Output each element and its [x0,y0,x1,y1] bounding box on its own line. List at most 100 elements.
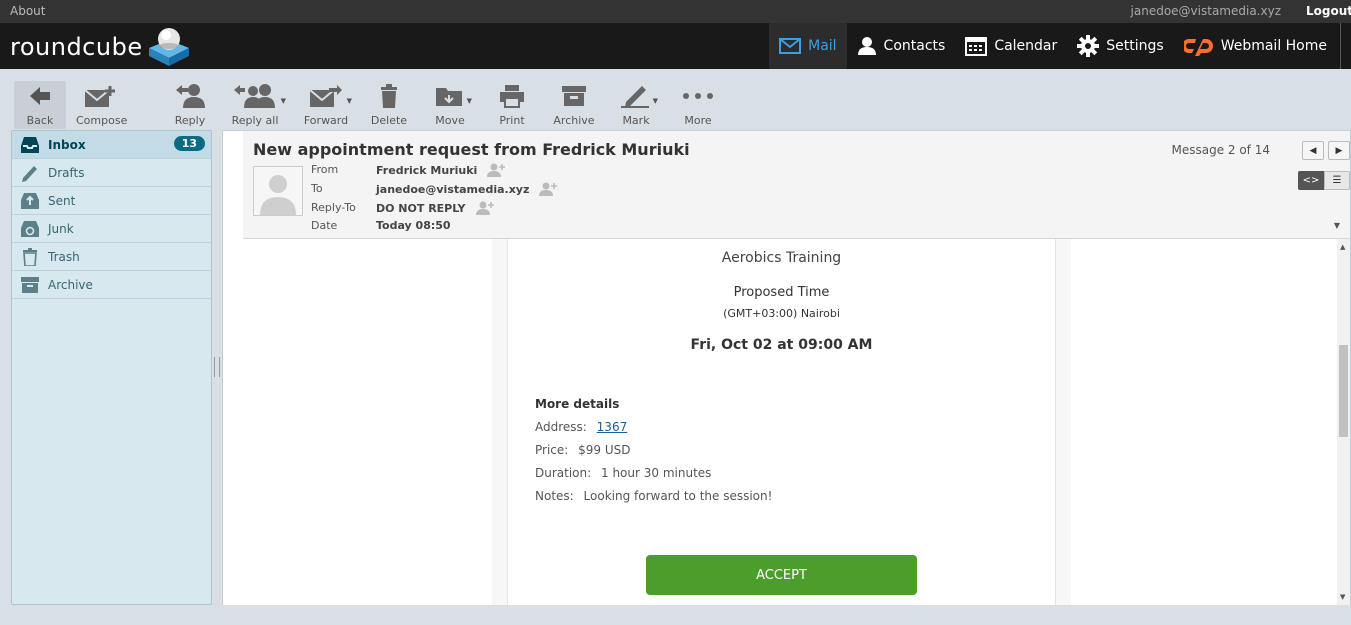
delete-label: Delete [370,114,408,127]
compose-button[interactable]: Compose [76,81,128,127]
delete-button[interactable]: Delete [370,81,408,127]
folder-trash[interactable]: Trash [12,243,211,271]
chevron-left-icon: ◀ [1309,145,1317,156]
logout-button[interactable]: Logout [1301,4,1351,18]
chevron-right-icon: ▶ [1335,145,1343,156]
appointment-card: Aerobics Training Proposed Time (GMT+03:… [507,239,1056,605]
logo-cube-icon [148,28,189,66]
nav-mail[interactable]: Mail [769,23,847,69]
move-dropdown-icon[interactable]: ▼ [467,97,472,105]
folder-sent-label: Sent [48,193,76,208]
duration-value: 1 hour 30 minutes [601,466,712,480]
pane-resize-handle[interactable] [214,357,220,377]
mark-dropdown-icon[interactable]: ▼ [653,97,658,105]
calendar-icon [965,37,988,56]
reply-button[interactable]: Reply [170,81,210,127]
nav-divider [1340,23,1341,69]
nav-settings[interactable]: Settings [1067,23,1173,69]
archive-label: Archive [553,114,595,127]
replyto-label: Reply-To [311,201,356,214]
html-view-button[interactable]: <> [1298,171,1324,190]
folder-inbox[interactable]: Inbox 13 [12,131,211,159]
mark-button[interactable]: Mark ▼ [616,81,658,127]
appointment-datetime: Fri, Oct 02 at 09:00 AM [690,337,873,353]
scroll-up-icon[interactable]: ▲ [1340,243,1345,251]
date-value: Today 08:50 [376,219,451,232]
price-label: Price: [535,443,569,457]
compose-icon [84,86,115,107]
nav-calendar-label: Calendar [994,38,1058,54]
move-button[interactable]: Move ▼ [430,81,472,127]
nav-contacts[interactable]: Contacts [847,23,956,69]
back-button[interactable]: Back [14,81,66,129]
pencil-mark-icon [621,86,649,108]
trash-icon [23,247,37,266]
notes-value: Looking forward to the session! [583,489,773,503]
add-contact-icon[interactable] [475,201,494,215]
top-navigation: Mail Contacts Calendar Settings Webmail … [769,23,1351,69]
folder-junk[interactable]: Junk [12,215,211,243]
message-header: New appointment request from Fredrick Mu… [243,131,1350,239]
body-scrollbar[interactable]: ▲ ▼ [1337,239,1350,605]
add-contact-icon[interactable] [487,163,506,177]
reply-all-label: Reply all [231,114,279,127]
reply-all-button[interactable]: Reply all ▼ [226,81,286,127]
duration-label: Duration: [535,466,592,480]
message-pane: New appointment request from Fredrick Mu… [222,130,1351,605]
message-counter: Message 2 of 14 [1171,143,1270,157]
header-to-row: To janedoe@vistamedia.xyz [311,182,558,196]
to-value[interactable]: janedoe@vistamedia.xyz [376,183,529,196]
forward-dropdown-icon[interactable]: ▼ [347,97,352,105]
toggle-headers-icon[interactable]: ▼ [1334,221,1340,230]
reply-all-dropdown-icon[interactable]: ▼ [281,97,286,105]
notes-row: Notes: Looking forward to the session! [535,489,772,503]
logout-label: Logout [1306,4,1351,18]
reply-icon [176,84,205,108]
forward-label: Forward [303,114,349,127]
printer-icon [500,85,524,108]
address-label: Address: [535,420,587,434]
more-button[interactable]: More [678,81,718,127]
scrollbar-thumb[interactable] [1339,345,1348,437]
about-link[interactable]: About [10,4,45,18]
folder-drafts[interactable]: Drafts [12,159,211,187]
header-from-row: From Fredrick Muriuki [311,163,506,177]
next-message-button[interactable]: ▶ [1328,141,1350,160]
to-label: To [311,182,323,195]
sent-tray-icon [21,192,39,209]
add-contact-icon[interactable] [539,182,558,196]
previous-message-button[interactable]: ◀ [1302,141,1324,160]
replyto-value[interactable]: DO NOT REPLY [376,202,466,215]
roundcube-logo[interactable]: roundcube [10,27,193,67]
unread-count-badge: 13 [173,136,205,151]
more-label: More [684,114,712,127]
scroll-down-icon[interactable]: ▼ [1340,593,1345,601]
notes-label: Notes: [535,489,574,503]
from-value[interactable]: Fredrick Muriuki [376,164,477,177]
pencil-icon [22,165,37,182]
header-replyto-row: Reply-To DO NOT REPLY [311,201,494,215]
plain-text-view-button[interactable]: ☰ [1324,171,1350,190]
folder-archive[interactable]: Archive [12,271,211,299]
accept-button[interactable]: ACCEPT [646,555,917,595]
folder-junk-label: Junk [48,221,74,236]
address-row: Address: 1367 [535,420,627,434]
forward-button[interactable]: Forward ▼ [302,81,352,127]
compose-label: Compose [76,114,128,127]
trash-icon [381,84,397,108]
nav-webmail-home[interactable]: Webmail Home [1174,23,1351,69]
move-label: Move [435,114,465,127]
date-label: Date [311,219,338,232]
move-folder-icon [436,88,462,106]
folder-inbox-label: Inbox [48,137,86,152]
nav-calendar[interactable]: Calendar [955,23,1067,69]
code-icon: <> [1302,175,1320,186]
archive-button[interactable]: Archive [552,81,596,127]
message-body: Aerobics Training Proposed Time (GMT+03:… [223,239,1338,605]
person-silhouette-icon [260,175,296,215]
folder-sent[interactable]: Sent [12,187,211,215]
address-link[interactable]: 1367 [597,420,628,434]
top-strip: About janedoe@vistamedia.xyz Logout [0,0,1351,23]
print-button[interactable]: Print [492,81,532,127]
more-dots-icon [683,93,713,99]
